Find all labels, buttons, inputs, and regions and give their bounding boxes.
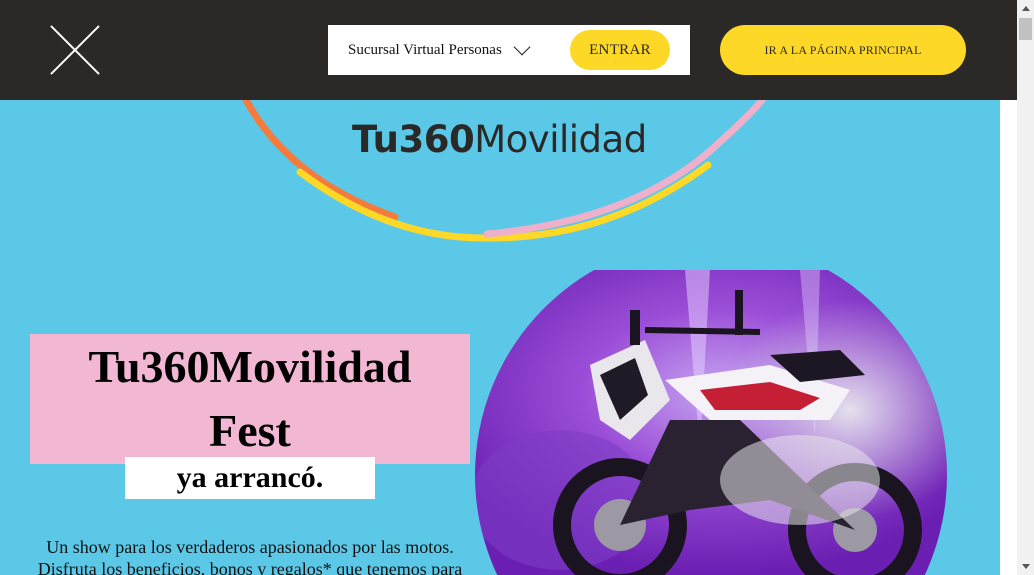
enter-button[interactable]: ENTRAR bbox=[570, 30, 670, 70]
page-gutter bbox=[1000, 100, 1017, 575]
logo-regular-text: Movilidad bbox=[474, 118, 647, 161]
brand-logo: Tu360Movilidad bbox=[352, 118, 647, 161]
branch-selector[interactable]: Sucursal Virtual Personas bbox=[348, 25, 531, 75]
home-page-button[interactable]: IR A LA PÁGINA PRINCIPAL bbox=[720, 25, 966, 75]
scrollbar-thumb[interactable] bbox=[1019, 18, 1032, 40]
vertical-scrollbar[interactable] bbox=[1017, 0, 1034, 575]
hero-description: Un show para los verdaderos apasionados … bbox=[25, 536, 475, 575]
scroll-up-arrow-icon[interactable] bbox=[1017, 0, 1034, 17]
top-navigation-bar: Sucursal Virtual Personas ENTRAR IR A LA… bbox=[0, 0, 1017, 100]
chevron-down-icon bbox=[513, 38, 531, 56]
hero-subtitle: ya arrancó. bbox=[125, 457, 375, 499]
description-line2: Disfruta los beneficios, bonos y regalos… bbox=[37, 559, 463, 575]
branch-selector-label: Sucursal Virtual Personas bbox=[348, 41, 502, 58]
scroll-down-arrow-icon[interactable] bbox=[1017, 558, 1034, 575]
main-content: Tu360Movilidad Tu360Movilidad Fest ya ar… bbox=[0, 100, 1000, 575]
hero-title-line1: Tu360Movilidad bbox=[88, 341, 412, 392]
description-line1: Un show para los verdaderos apasionados … bbox=[46, 537, 454, 557]
branch-access-panel: Sucursal Virtual Personas ENTRAR bbox=[328, 25, 690, 75]
close-icon[interactable] bbox=[50, 25, 100, 75]
logo-bold-text: Tu360 bbox=[352, 118, 475, 161]
hero-title-box: Tu360Movilidad Fest bbox=[30, 334, 470, 464]
hero-title-line2: Fest bbox=[209, 405, 291, 456]
motorcycle-image bbox=[475, 270, 947, 575]
